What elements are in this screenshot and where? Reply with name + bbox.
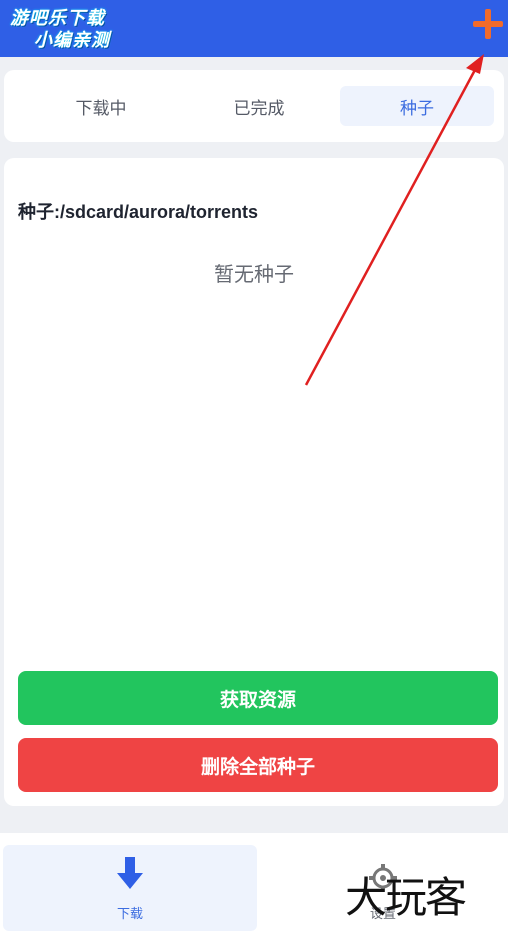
nav-download[interactable]: 下载 — [3, 845, 257, 931]
add-button[interactable] — [470, 6, 506, 42]
get-resources-button[interactable]: 获取资源 — [18, 671, 498, 725]
nav-settings[interactable]: 设置 — [258, 845, 508, 931]
top-bar: 游吧乐下载 小编亲测 — [0, 0, 508, 57]
plus-icon — [473, 9, 503, 39]
nav-download-label: 下载 — [116, 907, 143, 922]
empty-state-text: 暂无种子 — [214, 262, 294, 286]
bottom-nav: 下载 设置 — [0, 833, 508, 935]
arrow-down-icon — [117, 857, 143, 889]
tab-completed[interactable]: 已完成 — [182, 86, 336, 126]
gear-icon — [369, 864, 397, 892]
logo-line-2: 小编亲测 — [34, 30, 110, 51]
brand-logo: 游吧乐下载 小编亲测 — [8, 8, 148, 60]
tab-downloading[interactable]: 下载中 — [24, 86, 178, 126]
tab-bar: 下载中 已完成 种子 — [22, 86, 496, 126]
nav-settings-label: 设置 — [369, 907, 396, 922]
torrent-panel: 种子:/sdcard/aurora/torrents 暂无种子 获取资源 删除全… — [4, 158, 504, 806]
tabs-card: 下载中 已完成 种子 — [4, 70, 504, 142]
torrent-path-label: 种子:/sdcard/aurora/torrents — [18, 202, 259, 222]
logo-line-1: 游吧乐下载 — [10, 8, 105, 29]
delete-all-torrents-button[interactable]: 删除全部种子 — [18, 738, 498, 792]
tab-torrents[interactable]: 种子 — [340, 86, 494, 126]
